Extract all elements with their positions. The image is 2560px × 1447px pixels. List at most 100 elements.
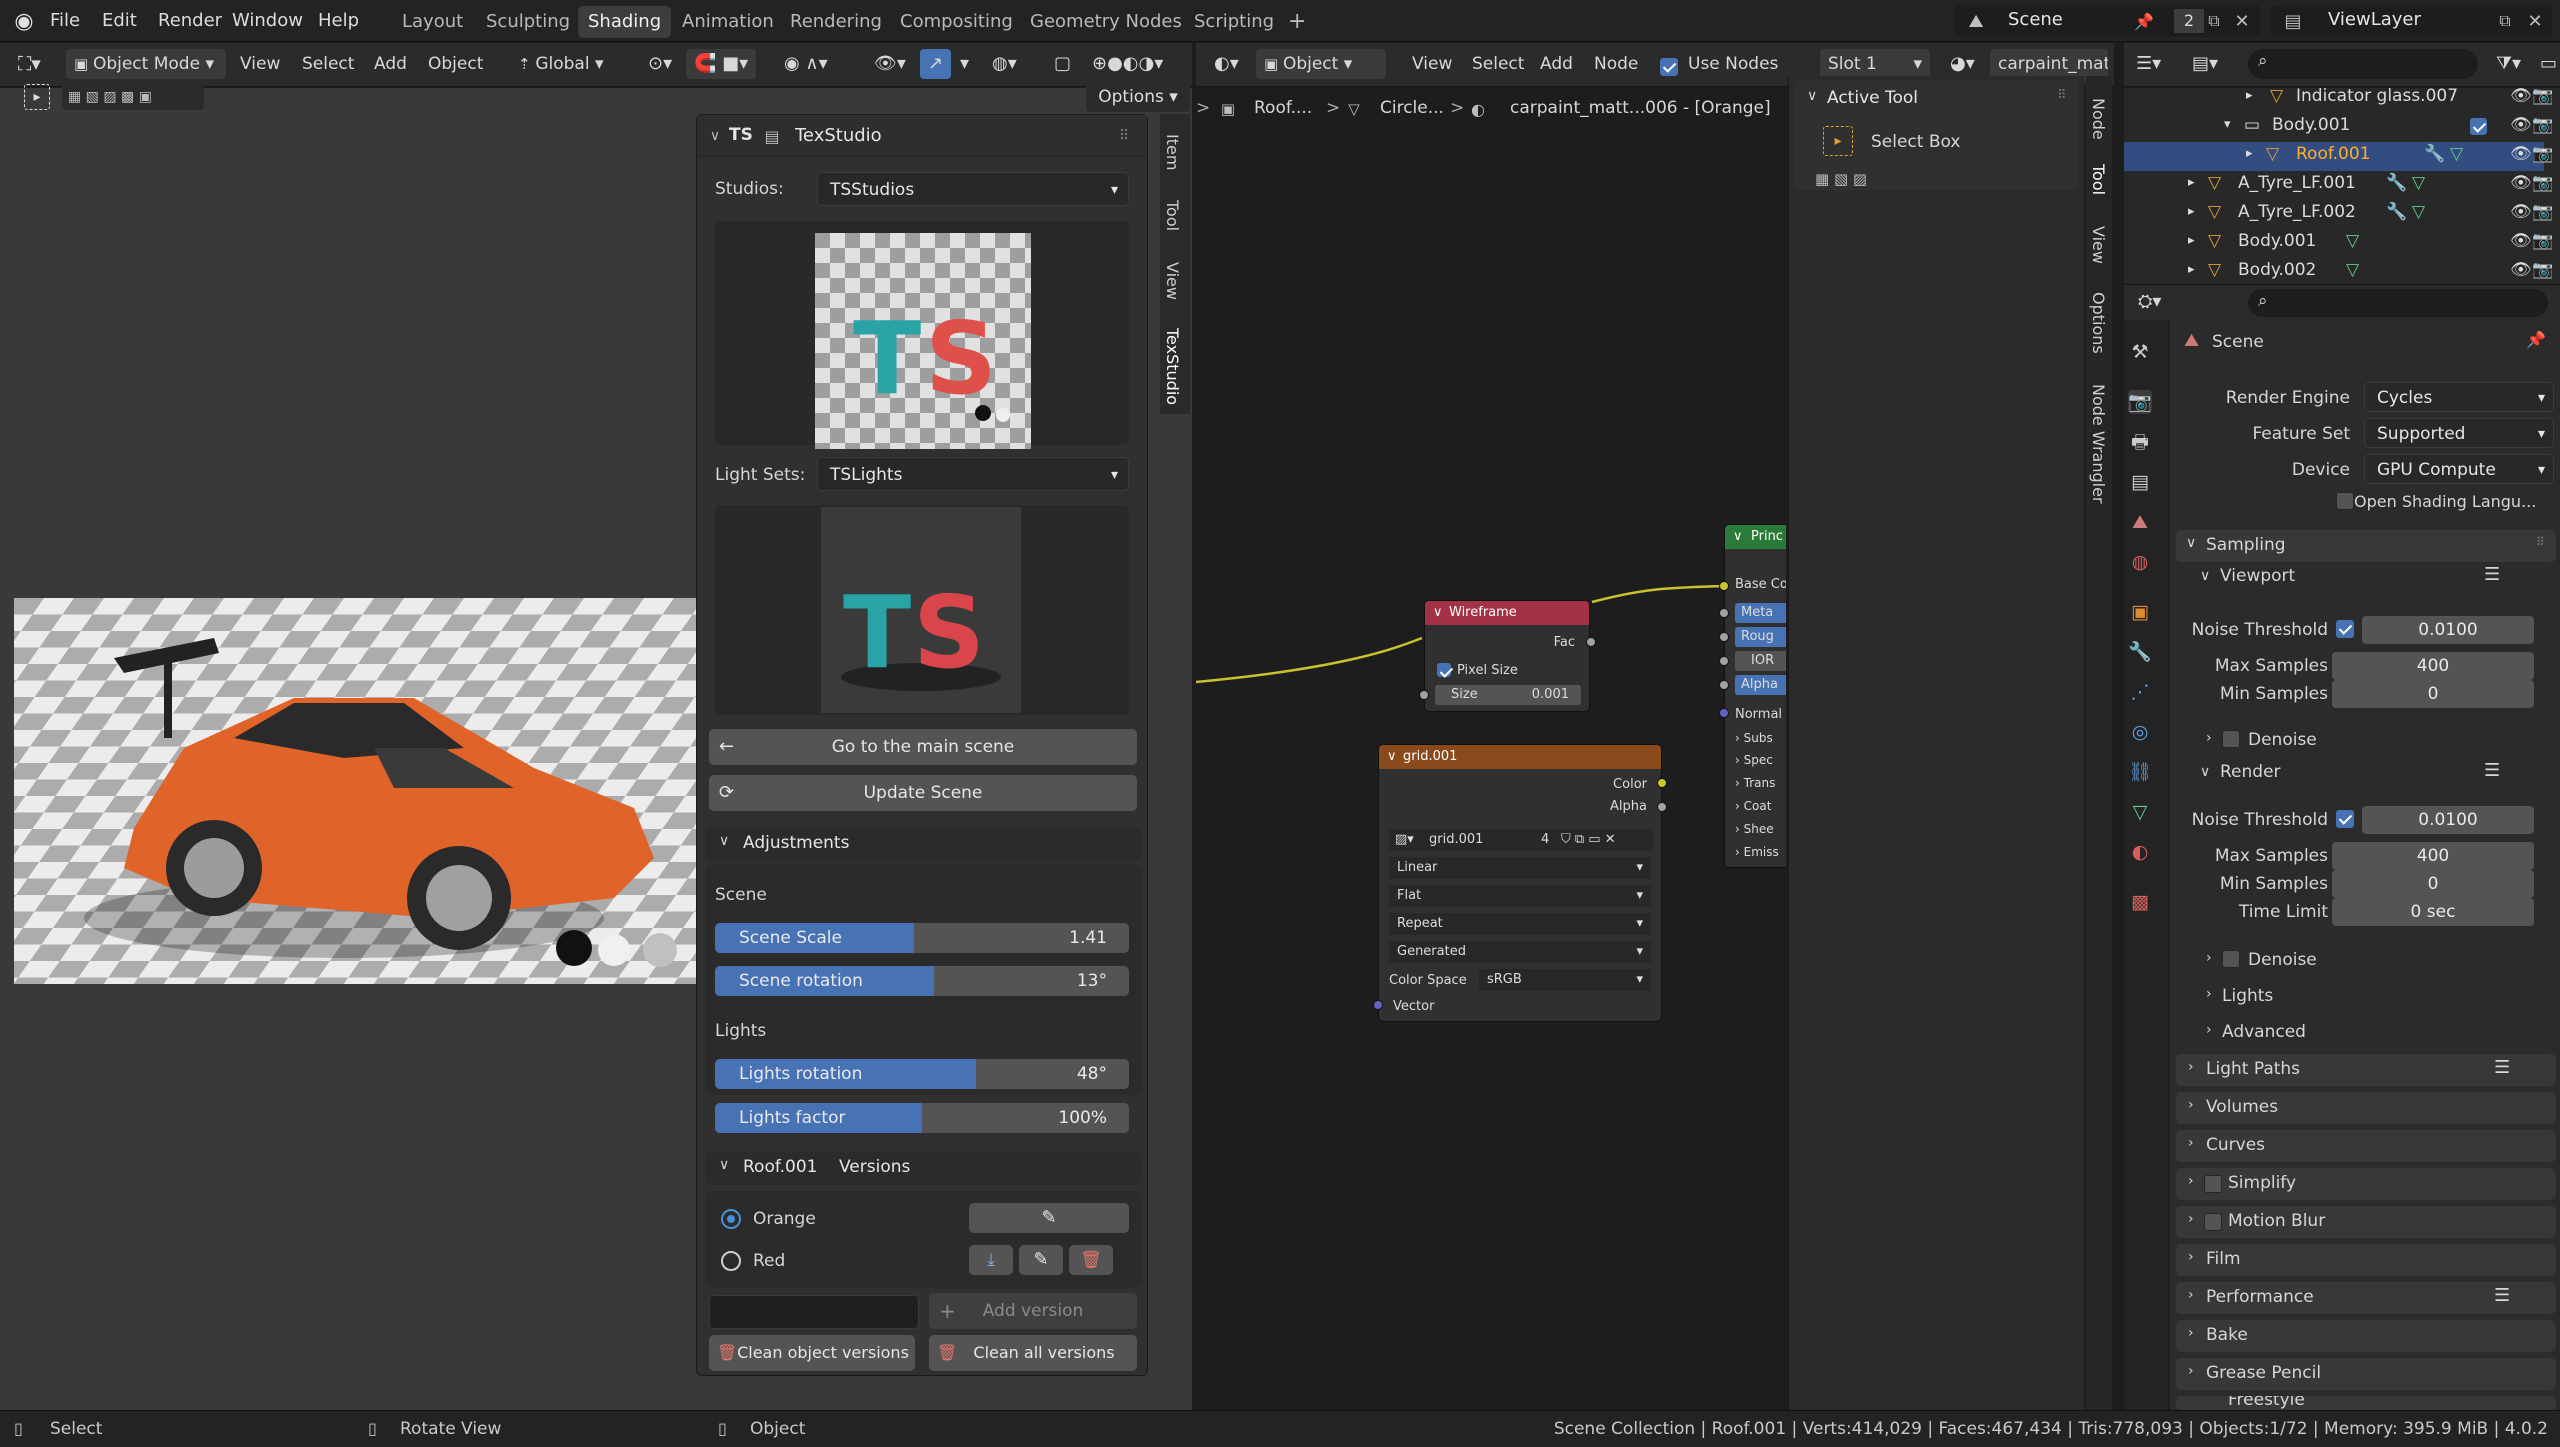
options-dropdown[interactable]: Options ▾ (1086, 82, 1190, 112)
properties-type-icon[interactable]: ⛭▾ (2130, 287, 2169, 317)
versions-subpanel-header[interactable]: ∨ Roof.001 Versions (705, 1151, 1141, 1185)
menu-add[interactable]: Add (366, 49, 415, 79)
lights-subpanel-label[interactable]: Lights (2222, 986, 2273, 1006)
presets-list-icon[interactable]: ☰ (2494, 1285, 2510, 1306)
alpha-output-socket[interactable] (1657, 802, 1667, 812)
expand-chevron-icon[interactable]: › (2206, 1022, 2212, 1038)
alpha-socket[interactable] (1719, 680, 1729, 690)
tab-scripting[interactable]: Scripting (1184, 6, 1284, 38)
clean-object-versions-button[interactable]: 🗑 Clean object versions (709, 1335, 915, 1371)
select-box-icon[interactable]: ▸ (1823, 126, 1853, 156)
r-denoise-checkbox[interactable] (2222, 950, 2240, 968)
wireframe-node-header[interactable]: ∨ Wireframe (1425, 601, 1589, 625)
time-limit-field[interactable]: 0 sec (2332, 898, 2534, 926)
expand-arrow-icon[interactable]: ▸ (2246, 88, 2253, 103)
tab-shading[interactable]: Shading (578, 6, 672, 38)
vector-input-socket[interactable] (1373, 1000, 1383, 1010)
material-name-field[interactable]: carpaint_matt (1990, 49, 2108, 79)
eye-icon[interactable]: 👁 (2510, 173, 2532, 193)
interpolation-dropdown[interactable]: Linear ▾ (1389, 857, 1651, 879)
color-space-dropdown[interactable]: sRGB ▾ (1479, 969, 1651, 991)
scene-tab-icon[interactable]: ⛰ (2128, 510, 2152, 534)
menu-help[interactable]: Help (312, 7, 365, 35)
exclude-checkbox[interactable] (2470, 118, 2487, 135)
menu-select[interactable]: Select (294, 49, 362, 79)
display-mode-icon[interactable]: ▤▾ (2184, 49, 2226, 79)
blender-logo-icon[interactable]: ◉ (10, 8, 38, 34)
shader-type-dropdown[interactable]: ▣ Object ▾ (1256, 49, 1386, 79)
expand-chevron-icon[interactable]: › (2206, 950, 2212, 966)
object-tab-icon[interactable]: ▣ (2128, 600, 2152, 624)
source-dropdown[interactable]: Generated ▾ (1389, 941, 1651, 963)
tab-node[interactable]: Node (2089, 98, 2108, 140)
modifier-tab-icon[interactable]: 🔧 (2128, 640, 2152, 664)
collapse-arrow-icon[interactable]: ▾ (2224, 117, 2231, 132)
view-layer-tab-icon[interactable]: ▤ (2128, 470, 2152, 494)
data-tab-icon[interactable]: ▽ (2128, 800, 2152, 824)
tab-sculpting[interactable]: Sculpting (476, 6, 580, 38)
grease-pencil-panel[interactable]: › Grease Pencil (2176, 1358, 2556, 1390)
gizmo-dropdown-icon[interactable]: ▾ (952, 49, 977, 79)
add-version-button[interactable]: + Add version (929, 1293, 1137, 1329)
add-workspace-button[interactable]: + (1278, 6, 1316, 38)
tab-texstudio[interactable]: TexStudio (1163, 328, 1182, 405)
menu-window[interactable]: Window (226, 7, 309, 35)
lights-rotation-slider[interactable]: Lights rotation 48° (715, 1059, 1129, 1089)
color-output-socket[interactable] (1657, 778, 1667, 788)
scene-scale-slider[interactable]: Scene Scale 1.41 (715, 923, 1129, 953)
scene-rotation-slider[interactable]: Scene rotation 13° (715, 966, 1129, 996)
normal-socket[interactable] (1719, 708, 1729, 718)
tab-rendering[interactable]: Rendering (780, 6, 892, 38)
tab-tool[interactable]: Tool (1163, 200, 1182, 231)
outliner-row-selected[interactable]: ▸ ▽ Roof.001 🔧 ▽ 👁 📷 (2124, 142, 2553, 171)
ior-socket[interactable] (1719, 656, 1729, 666)
eye-icon[interactable]: 👁 (2510, 144, 2532, 164)
menu-render[interactable]: Render (152, 7, 228, 35)
alpha-field[interactable]: Alpha (1735, 675, 1786, 695)
performance-panel[interactable]: › Performance ☰ (2176, 1282, 2556, 1314)
outliner-search-input[interactable]: ⌕ (2248, 49, 2478, 79)
vp-denoise-checkbox[interactable] (2222, 730, 2240, 748)
presets-list-icon[interactable]: ☰ (2494, 1057, 2510, 1078)
expand-arrow-icon[interactable]: ▸ (2188, 204, 2195, 219)
tab-geometry-nodes[interactable]: Geometry Nodes (1020, 6, 1192, 38)
render-subpanel-label[interactable]: Render (2220, 762, 2281, 782)
expand-arrow-icon[interactable]: ▸ (2188, 262, 2195, 277)
image-tools-icons[interactable]: ⛉ ⧉ ▭ ✕ (1561, 832, 1616, 847)
metallic-socket[interactable] (1719, 608, 1729, 618)
tool-tab-icon[interactable]: ⚒ (2128, 340, 2152, 364)
pixel-size-checkbox[interactable] (1437, 663, 1451, 677)
extension-dropdown[interactable]: Repeat ▾ (1389, 913, 1651, 935)
camera-icon[interactable]: 📷 (2532, 231, 2553, 251)
viewport-subpanel-label[interactable]: Viewport (2220, 566, 2295, 586)
device-dropdown[interactable]: GPU Compute ▾ (2364, 454, 2554, 484)
tab-layout[interactable]: Layout (392, 6, 473, 38)
scene-selector[interactable]: ⛰ Scene 📌 2 ⧉ ✕ (1954, 5, 2260, 37)
edit-red-button[interactable]: ✎ (1019, 1245, 1063, 1275)
lightsets-dropdown[interactable]: TSLights ▾ (817, 457, 1129, 491)
slot-dropdown[interactable]: Slot 1 ▾ (1820, 49, 1930, 79)
goto-main-scene-button[interactable]: ← Go to the main scene (709, 729, 1137, 765)
coat-panel[interactable]: › Coat (1735, 799, 1771, 813)
mode-dropdown[interactable]: ▣ Object Mode ▾ (66, 49, 226, 79)
vp-min-samples-field[interactable]: 0 (2332, 680, 2534, 708)
collapse-chevron-icon[interactable]: ∨ (2200, 764, 2210, 780)
advanced-subpanel-label[interactable]: Advanced (2222, 1022, 2306, 1042)
outliner-row[interactable]: ▸ ▽ A_Tyre_LF.002 🔧 ▽ 👁 📷 (2124, 200, 2553, 229)
base-color-socket[interactable] (1719, 581, 1729, 591)
subsurface-panel[interactable]: › Subs (1735, 731, 1773, 745)
motion-blur-panel[interactable]: › Motion Blur (2176, 1206, 2556, 1238)
pin-icon[interactable]: 📌 (2526, 330, 2546, 349)
motion-blur-checkbox[interactable] (2204, 1213, 2222, 1231)
film-panel[interactable]: › Film (2176, 1244, 2556, 1276)
outliner-row[interactable]: ▸ ▽ Indicator glass.007 👁 📷 (2124, 88, 2553, 113)
image-texture-node[interactable]: ∨ grid.001 Color Alpha ▨▾ grid.001 4 ⛉ ⧉… (1378, 744, 1662, 1022)
osl-checkbox[interactable] (2336, 492, 2354, 510)
emission-panel[interactable]: › Emiss (1735, 845, 1779, 859)
delete-red-button[interactable]: 🗑 (1069, 1245, 1113, 1275)
feature-set-dropdown[interactable]: Supported ▾ (2364, 418, 2554, 448)
new-version-name-input[interactable] (709, 1295, 919, 1329)
collapse-chevron-icon[interactable]: ∨ (2200, 568, 2210, 584)
expand-arrow-icon[interactable]: ▸ (2188, 175, 2195, 190)
image-browse-icon[interactable]: ▨▾ (1395, 832, 1414, 847)
